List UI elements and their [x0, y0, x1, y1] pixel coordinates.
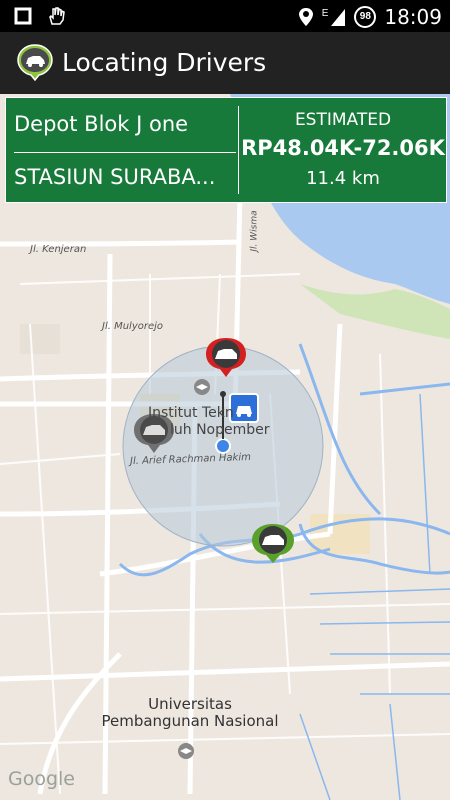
- poi-label-line: Institut Tekn: [148, 405, 234, 421]
- hand-icon: [49, 7, 65, 25]
- poi-label-upn: Universitas Pembangunan Nasional: [80, 696, 300, 730]
- current-location-dot: [215, 438, 231, 454]
- poi-label-line: Pembangunan Nasional: [101, 712, 279, 730]
- status-bar: E 98 18:09: [0, 0, 450, 32]
- destination-address[interactable]: STASIUN SURABA...: [14, 165, 236, 189]
- square-icon: [14, 7, 32, 25]
- university-icon: [178, 743, 194, 759]
- battery-icon: 98: [354, 6, 377, 28]
- signal-icon: [331, 9, 346, 26]
- divider: [238, 106, 239, 194]
- divider: [14, 152, 236, 153]
- network-type-label: E: [321, 7, 329, 19]
- google-attribution: Google: [8, 768, 76, 790]
- street-label: Jl. Kenjeran: [30, 244, 87, 255]
- street-label: Jl. Wisma: [249, 210, 260, 252]
- taxi-bubble-logo-icon[interactable]: [16, 43, 54, 81]
- location-pin-icon: [298, 8, 313, 26]
- trip-info-panel: Depot Blok J one STASIUN SURABA... ESTIM…: [5, 97, 447, 203]
- poi-label-line: luh Nopember: [170, 422, 270, 438]
- poi-label-line: Universitas: [148, 695, 232, 713]
- estimated-label: ESTIMATED: [294, 110, 392, 130]
- driver-marker-green[interactable]: [252, 524, 294, 563]
- price-range: RP48.04K-72.06K: [241, 136, 445, 160]
- poi-label-its: Institut Tekn luh Nopember: [148, 405, 270, 439]
- app-bar: Locating Drivers: [0, 32, 450, 94]
- clock: 18:09: [384, 5, 442, 29]
- university-icon: [194, 379, 210, 395]
- origin-address[interactable]: Depot Blok J one: [14, 112, 236, 136]
- distance: 11.4 km: [306, 168, 380, 189]
- street-label: Jl. Mulyorejo: [102, 321, 164, 332]
- page-title: Locating Drivers: [62, 48, 267, 77]
